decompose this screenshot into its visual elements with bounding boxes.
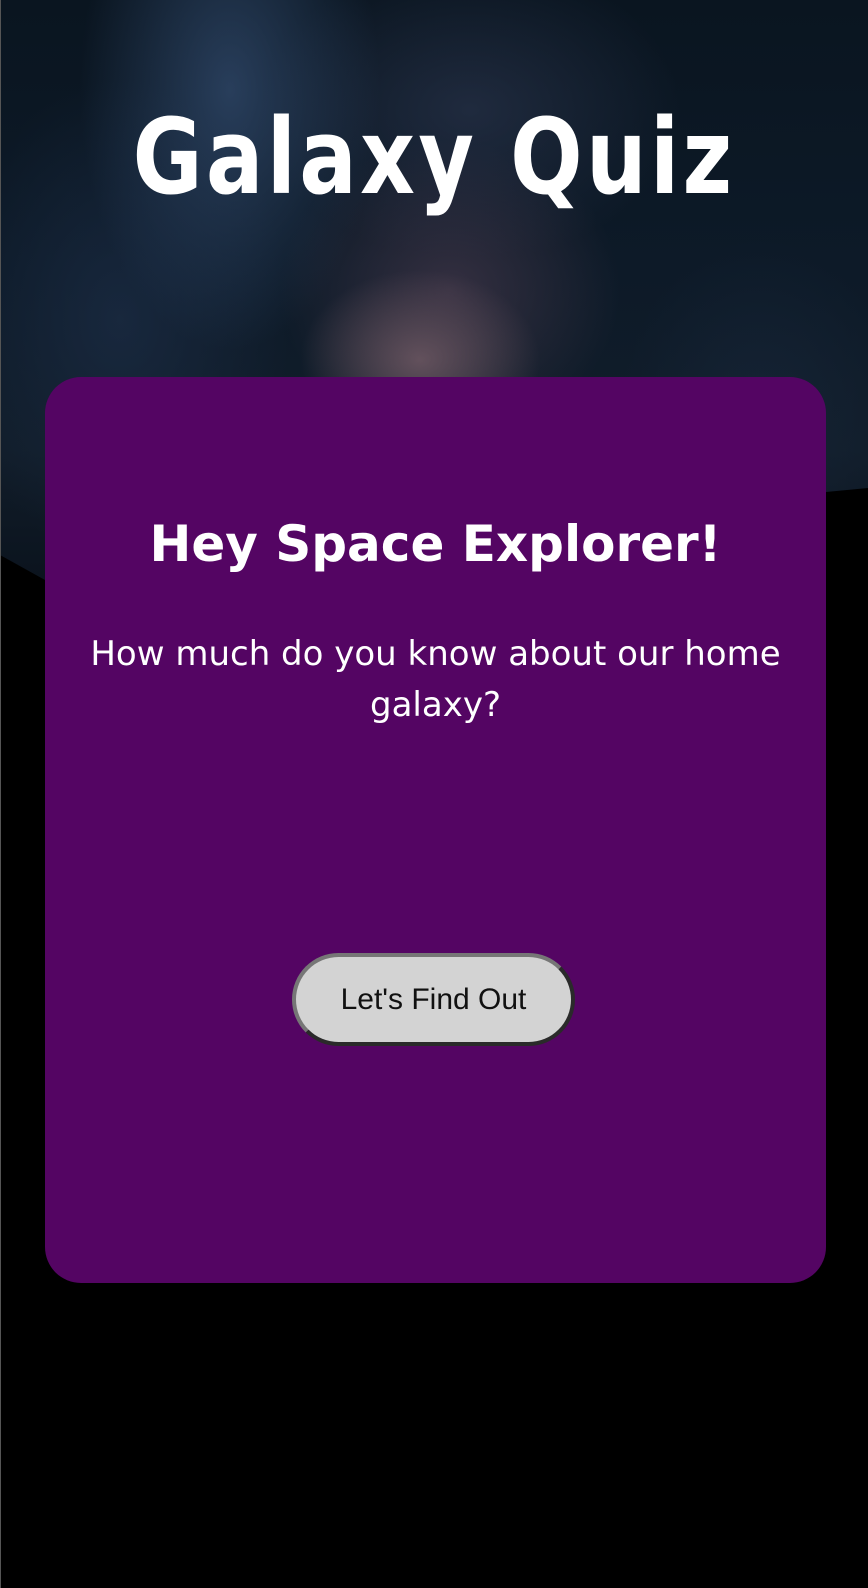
start-quiz-button[interactable]: Let's Find Out	[292, 953, 575, 1046]
intro-card: Hey Space Explorer! How much do you know…	[45, 377, 826, 1283]
page: Galaxy Quiz Hey Space Explorer! How much…	[0, 0, 868, 1588]
left-edge-divider	[0, 0, 1, 1588]
intro-subheading: How much do you know about our home gala…	[90, 634, 781, 725]
intro-heading: Hey Space Explorer!	[149, 515, 722, 573]
app-title: Galaxy Quiz	[132, 96, 736, 218]
